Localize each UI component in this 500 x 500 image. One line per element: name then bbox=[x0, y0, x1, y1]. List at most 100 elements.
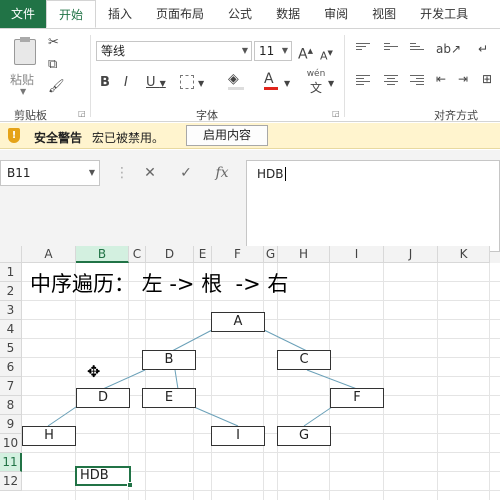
font-name-dropdown[interactable]: 等线 ▼ bbox=[96, 41, 252, 61]
column-header-i[interactable]: I bbox=[330, 246, 384, 263]
column-header-j[interactable]: J bbox=[384, 246, 438, 263]
formula-content: HDB bbox=[257, 167, 284, 181]
column-header-a[interactable]: A bbox=[22, 246, 76, 263]
enable-content-button[interactable]: 启用内容 bbox=[186, 125, 268, 146]
tree-node-h[interactable]: H bbox=[22, 426, 76, 446]
alignment-group-label: 对齐方式 bbox=[434, 109, 478, 122]
column-header-g[interactable]: G bbox=[264, 246, 278, 263]
row-header-1[interactable]: 1 bbox=[0, 263, 22, 282]
gridline-vertical bbox=[193, 263, 194, 500]
gridline-vertical bbox=[263, 263, 264, 500]
tree-node-b[interactable]: B bbox=[142, 350, 196, 370]
tree-node-a[interactable]: A bbox=[211, 312, 265, 332]
tab-formulas[interactable]: 公式 bbox=[216, 0, 264, 28]
column-header-k[interactable]: K bbox=[438, 246, 490, 263]
top-align-icon[interactable] bbox=[356, 43, 370, 55]
middle-align-icon[interactable] bbox=[384, 43, 398, 55]
left-align-icon[interactable] bbox=[356, 75, 370, 87]
bottom-align-icon[interactable] bbox=[410, 43, 424, 55]
shield-warning-icon: ! bbox=[8, 128, 20, 143]
tab-file[interactable]: 文件 bbox=[0, 0, 46, 28]
right-align-icon[interactable] bbox=[410, 75, 424, 87]
cut-icon[interactable]: ✂ bbox=[48, 35, 59, 51]
column-header-b[interactable]: B bbox=[76, 246, 129, 263]
insert-function-icon[interactable]: fx bbox=[208, 160, 236, 186]
active-cell-b11[interactable]: HDB bbox=[75, 466, 133, 488]
tab-view[interactable]: 视图 bbox=[360, 0, 408, 28]
gridline-vertical bbox=[437, 263, 438, 500]
row-header-7[interactable]: 7 bbox=[0, 377, 22, 396]
row-header-11[interactable]: 11 bbox=[0, 453, 22, 472]
chevron-down-icon[interactable]: ▼ bbox=[328, 76, 334, 92]
chevron-down-icon[interactable]: ▼ bbox=[198, 76, 204, 92]
wrap-text-icon[interactable]: ↵ bbox=[478, 41, 488, 57]
orientation-icon[interactable]: ab↗ bbox=[436, 41, 461, 57]
column-header-e[interactable]: E bbox=[194, 246, 212, 263]
increase-indent-icon[interactable]: ⇥ bbox=[458, 71, 468, 87]
chevron-down-icon: ▼ bbox=[20, 87, 27, 96]
name-box[interactable]: B11 ▼ bbox=[0, 160, 100, 186]
chevron-down-icon[interactable]: ▼ bbox=[284, 76, 290, 92]
phonetic-button[interactable]: wén 文 bbox=[304, 69, 328, 96]
format-painter-icon[interactable]: 🖌 bbox=[48, 79, 65, 95]
tree-node-f[interactable]: F bbox=[330, 388, 384, 408]
tree-node-e[interactable]: E bbox=[142, 388, 196, 408]
tab-data[interactable]: 数据 bbox=[264, 0, 312, 28]
tree-node-d[interactable]: D bbox=[76, 388, 130, 408]
merge-center-icon[interactable]: ⊞ bbox=[482, 71, 492, 87]
column-header-h[interactable]: H bbox=[278, 246, 330, 263]
sheet-title-text: 中序遍历： 左 -> 根 -> 右 bbox=[30, 272, 289, 296]
center-align-icon[interactable] bbox=[384, 75, 398, 87]
tab-page-layout[interactable]: 页面布局 bbox=[144, 0, 216, 28]
font-size-dropdown[interactable]: 11 ▼ bbox=[254, 41, 292, 61]
tab-insert[interactable]: 插入 bbox=[96, 0, 144, 28]
font-name-value: 等线 bbox=[101, 44, 126, 58]
underline-button[interactable]: U ▼ bbox=[146, 75, 166, 92]
select-all-corner[interactable] bbox=[0, 246, 22, 263]
enter-icon[interactable]: ✓ bbox=[172, 160, 200, 186]
shrink-font-button[interactable]: A▼ bbox=[320, 45, 333, 65]
row-header-5[interactable]: 5 bbox=[0, 339, 22, 358]
row-header-12[interactable]: 12 bbox=[0, 472, 22, 491]
column-header-c[interactable]: C bbox=[129, 246, 146, 263]
gridline-horizontal bbox=[22, 357, 500, 358]
tree-node-i[interactable]: I bbox=[211, 426, 265, 446]
font-group-label: 字体 bbox=[196, 109, 218, 122]
font-color-button[interactable]: A bbox=[264, 71, 278, 90]
gridline-vertical bbox=[75, 263, 76, 500]
row-header-3[interactable]: 3 bbox=[0, 301, 22, 320]
gridline-vertical bbox=[277, 263, 278, 500]
bold-button[interactable]: B bbox=[100, 75, 110, 91]
tab-home[interactable]: 开始 bbox=[46, 0, 97, 28]
tab-review[interactable]: 审阅 bbox=[312, 0, 360, 28]
row-header-8[interactable]: 8 bbox=[0, 396, 22, 415]
copy-icon[interactable]: ⧉ bbox=[48, 57, 57, 73]
borders-icon[interactable] bbox=[180, 75, 194, 89]
font-size-value: 11 bbox=[259, 44, 275, 58]
italic-button[interactable]: I bbox=[124, 75, 128, 91]
phonetic-bottom: 文 bbox=[309, 81, 322, 95]
tree-node-g[interactable]: G bbox=[277, 426, 331, 446]
decrease-indent-icon[interactable]: ⇤ bbox=[436, 71, 446, 87]
cancel-icon[interactable]: ✕ bbox=[136, 160, 164, 186]
clipboard-launcher-icon[interactable]: ◲ bbox=[78, 109, 86, 118]
fill-color-icon[interactable]: ◈ bbox=[228, 71, 244, 90]
grow-font-button[interactable]: A▲ bbox=[298, 43, 313, 63]
row-header-2[interactable]: 2 bbox=[0, 282, 22, 301]
row-header-10[interactable]: 10 bbox=[0, 434, 22, 453]
cursor-icon: ✥ bbox=[87, 362, 101, 381]
column-header-f[interactable]: F bbox=[212, 246, 264, 263]
tab-developer[interactable]: 开发工具 bbox=[408, 0, 480, 28]
name-box-value: B11 bbox=[7, 166, 31, 180]
column-header-d[interactable]: D bbox=[146, 246, 194, 263]
paste-icon bbox=[14, 37, 36, 65]
fill-handle[interactable] bbox=[127, 482, 133, 488]
row-header-6[interactable]: 6 bbox=[0, 358, 22, 377]
formula-input[interactable]: HDB bbox=[246, 160, 500, 252]
security-warning-label: 安全警告 bbox=[34, 131, 83, 145]
row-header-4[interactable]: 4 bbox=[0, 320, 22, 339]
paste-button[interactable]: 粘贴 ▼ bbox=[8, 35, 42, 97]
tree-node-c[interactable]: C bbox=[277, 350, 331, 370]
row-header-9[interactable]: 9 bbox=[0, 415, 22, 434]
font-launcher-icon[interactable]: ◲ bbox=[332, 109, 340, 118]
